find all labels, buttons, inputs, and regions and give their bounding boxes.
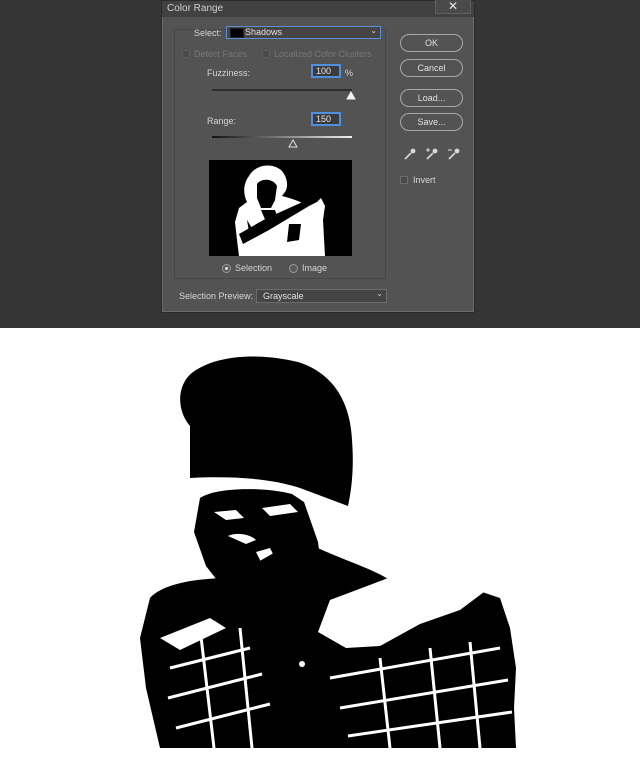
close-icon: ✕ [447, 0, 459, 13]
dialog-title: Color Range [167, 3, 224, 14]
color-range-dialog: Color Range ✕ Select: Shadows ⌄ Detect F… [161, 0, 475, 313]
selection-radio-label: Selection [235, 263, 273, 273]
chevron-down-icon: ⌄ [370, 26, 377, 35]
fuzziness-label: Fuzziness: [207, 68, 251, 78]
eyedropper-icon[interactable] [403, 147, 417, 161]
fuzziness-slider-thumb[interactable] [346, 91, 356, 100]
save-button[interactable]: Save... [400, 113, 463, 131]
detect-faces-label: Detect Faces [194, 49, 248, 59]
select-dropdown[interactable]: Shadows ⌄ [226, 26, 381, 39]
shadows-swatch [230, 28, 244, 38]
select-value: Shadows [245, 27, 283, 37]
close-button[interactable]: ✕ [435, 0, 471, 14]
localized-clusters-label: Localized Color Clusters [274, 49, 372, 59]
load-button[interactable]: Load... [400, 89, 463, 107]
chevron-down-icon: ⌄ [376, 289, 383, 298]
image-radio[interactable] [289, 264, 298, 273]
eyedropper-minus-icon[interactable] [447, 147, 461, 161]
fuzziness-unit: % [345, 68, 354, 78]
selection-preview-image [209, 160, 352, 256]
reset-button[interactable]: Cancel [400, 59, 463, 77]
document-canvas [0, 328, 640, 758]
fuzziness-slider[interactable] [212, 89, 352, 91]
selection-preview-photo [140, 356, 516, 749]
eyedropper-plus-icon[interactable] [425, 147, 439, 161]
range-slider[interactable] [212, 136, 352, 138]
selection-preview-value: Grayscale [263, 291, 304, 301]
fuzziness-value: 100 [316, 66, 332, 76]
image-radio-label: Image [302, 263, 328, 273]
localized-clusters-checkbox[interactable] [262, 50, 270, 58]
invert-label: Invert [413, 175, 436, 185]
selection-preview-dropdown[interactable]: Grayscale ⌄ [256, 289, 387, 303]
selection-radio[interactable] [222, 264, 231, 273]
selection-preview-label: Selection Preview: [179, 291, 254, 301]
ok-button[interactable]: OK [400, 34, 463, 52]
dialog-titlebar[interactable]: Color Range ✕ [162, 0, 474, 17]
range-slider-thumb[interactable] [288, 139, 298, 148]
invert-checkbox[interactable] [400, 176, 408, 184]
range-value: 150 [316, 114, 332, 124]
fuzziness-input[interactable]: 100 [311, 64, 341, 78]
range-label: Range: [207, 116, 237, 126]
range-input[interactable]: 150 [311, 112, 341, 126]
detect-faces-checkbox[interactable] [182, 50, 190, 58]
select-label: Select: [194, 28, 222, 38]
